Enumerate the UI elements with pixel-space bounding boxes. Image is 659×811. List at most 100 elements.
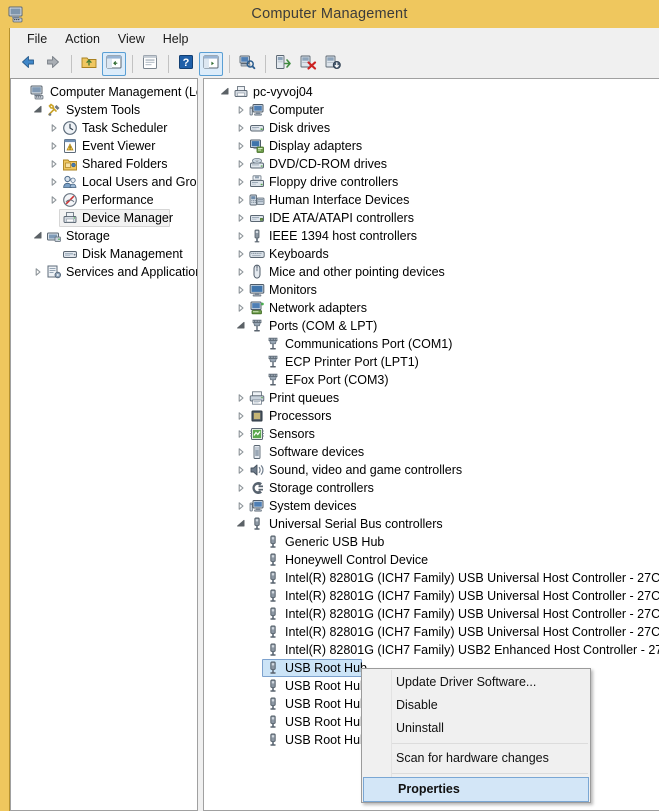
context-menu-scan-for-hardware-changes[interactable]: Scan for hardware changes: [362, 747, 590, 770]
device-node-floppy-drive-controllers[interactable]: Floppy drive controllers: [204, 173, 659, 191]
collapse-arrow-icon[interactable]: [234, 209, 248, 227]
tree-item-disk-management[interactable]: Disk Management: [11, 245, 197, 263]
device-node-ieee-1394-host-controllers[interactable]: IEEE 1394 host controllers: [204, 227, 659, 245]
collapse-arrow-icon[interactable]: [234, 101, 248, 119]
device-node-generic-usb-hub[interactable]: Generic USB Hub: [204, 533, 659, 551]
menu-view[interactable]: View: [109, 30, 154, 48]
collapse-arrow-icon[interactable]: [234, 227, 248, 245]
device-node-intel-usb-uhc-27c9[interactable]: Intel(R) 82801G (ICH7 Family) USB Univer…: [204, 587, 659, 605]
device-node-processors[interactable]: Processors: [204, 407, 659, 425]
device-node-intel-usb-uhc-27c8[interactable]: Intel(R) 82801G (ICH7 Family) USB Univer…: [204, 623, 659, 641]
device-node-disk-drives[interactable]: Disk drives: [204, 119, 659, 137]
collapse-arrow-icon[interactable]: [47, 155, 61, 173]
expand-arrow-icon[interactable]: [31, 101, 45, 119]
console-tree: Computer Management (Local System Tools Ta…: [11, 79, 197, 281]
toolbar-disable-device[interactable]: [321, 52, 345, 76]
device-node-intel-usb-uhc-27ca[interactable]: Intel(R) 82801G (ICH7 Family) USB Univer…: [204, 605, 659, 623]
device-node-sensors[interactable]: Sensors: [204, 425, 659, 443]
collapse-arrow-icon[interactable]: [47, 191, 61, 209]
context-menu-properties[interactable]: Properties: [363, 777, 589, 802]
device-node-human-interface-devices[interactable]: Human Interface Devices: [204, 191, 659, 209]
toolbar-scan-hardware-changes[interactable]: [235, 52, 259, 76]
collapse-arrow-icon[interactable]: [234, 263, 248, 281]
device-node-storage-controllers[interactable]: Storage controllers: [204, 479, 659, 497]
device-node-ecp-printer-port-lpt1[interactable]: ECP Printer Port (LPT1): [204, 353, 659, 371]
device-node-mice-and-other-pointing-devices[interactable]: Mice and other pointing devices: [204, 263, 659, 281]
console-tree-pane[interactable]: Computer Management (Local System Tools Ta…: [10, 78, 198, 811]
collapse-arrow-icon[interactable]: [234, 461, 248, 479]
tree-item-local-users-and-groups[interactable]: Local Users and Groups: [11, 173, 197, 191]
context-menu-uninstall[interactable]: Uninstall: [362, 717, 590, 740]
context-menu-update-driver-software[interactable]: Update Driver Software...: [362, 671, 590, 694]
device-node-monitors[interactable]: Monitors: [204, 281, 659, 299]
toolbar-properties[interactable]: [138, 52, 162, 76]
device-node-intel-usb-uhc-27cb[interactable]: Intel(R) 82801G (ICH7 Family) USB Univer…: [204, 569, 659, 587]
collapse-arrow-icon[interactable]: [234, 119, 248, 137]
toolbar-show-hide-tree[interactable]: [102, 52, 126, 76]
device-node-pc-vyvoj04[interactable]: pc-vyvoj04: [204, 83, 659, 101]
collapse-arrow-icon[interactable]: [31, 263, 45, 281]
collapse-arrow-icon[interactable]: [234, 425, 248, 443]
tree-item-services-and-applications[interactable]: Services and Applications: [11, 263, 197, 281]
collapse-arrow-icon[interactable]: [234, 245, 248, 263]
tree-item-task-scheduler[interactable]: Task Scheduler: [11, 119, 197, 137]
device-node-ports-com-lpt[interactable]: Ports (COM & LPT): [204, 317, 659, 335]
device-node-network-adapters[interactable]: Network adapters: [204, 299, 659, 317]
expand-arrow-icon[interactable]: [218, 83, 232, 101]
toolbar-uninstall-device[interactable]: [296, 52, 320, 76]
collapse-arrow-icon[interactable]: [234, 389, 248, 407]
tree-item-system-tools[interactable]: System Tools: [11, 101, 197, 119]
device-node-honeywell-control-device[interactable]: Honeywell Control Device: [204, 551, 659, 569]
tree-item-performance[interactable]: Performance: [11, 191, 197, 209]
device-node-communications-port-com1[interactable]: Communications Port (COM1): [204, 335, 659, 353]
device-node-efox-port-com3[interactable]: EFox Port (COM3): [204, 371, 659, 389]
collapse-arrow-icon[interactable]: [234, 443, 248, 461]
expand-arrow-icon[interactable]: [234, 317, 248, 335]
menu-file[interactable]: File: [18, 30, 56, 48]
menu-action[interactable]: Action: [56, 30, 109, 48]
device-node-keyboards[interactable]: Keyboards: [204, 245, 659, 263]
collapse-arrow-icon[interactable]: [47, 119, 61, 137]
tree-item-shared-folders[interactable]: Shared Folders: [11, 155, 197, 173]
tree-item-device-manager[interactable]: Device Manager: [11, 209, 197, 227]
collapse-arrow-icon[interactable]: [234, 479, 248, 497]
device-node-print-queues[interactable]: Print queues: [204, 389, 659, 407]
device-node-computer[interactable]: Computer: [204, 101, 659, 119]
toolbar-back[interactable]: [16, 52, 40, 76]
toolbar-up-one-level[interactable]: [77, 52, 101, 76]
device-node-intel-usb2-ehc-27cc[interactable]: Intel(R) 82801G (ICH7 Family) USB2 Enhan…: [204, 641, 659, 659]
collapse-arrow-icon[interactable]: [234, 407, 248, 425]
tree-item-label: Device Manager: [82, 211, 174, 225]
toolbar-forward[interactable]: [41, 52, 65, 76]
tree-item-event-viewer[interactable]: Event Viewer: [11, 137, 197, 155]
collapse-arrow-icon[interactable]: [234, 173, 248, 191]
device-node-sound-video-game-controllers[interactable]: Sound, video and game controllers: [204, 461, 659, 479]
collapse-arrow-icon[interactable]: [234, 299, 248, 317]
expand-arrow-icon[interactable]: [31, 227, 45, 245]
device-node-dvd-cd-rom-drives[interactable]: DVD/CD-ROM drives: [204, 155, 659, 173]
device-node-system-devices[interactable]: System devices: [204, 497, 659, 515]
toolbar-update-driver[interactable]: [271, 52, 295, 76]
toolbar-separator: [71, 55, 72, 73]
collapse-arrow-icon[interactable]: [47, 173, 61, 191]
tree-item-label: Local Users and Groups: [82, 175, 197, 189]
tree-item-computer-management[interactable]: Computer Management (Local: [11, 83, 197, 101]
tree-item-storage[interactable]: Storage: [11, 227, 197, 245]
collapse-arrow-icon[interactable]: [47, 137, 61, 155]
device-node-display-adapters[interactable]: Display adapters: [204, 137, 659, 155]
device-node-software-devices[interactable]: Software devices: [204, 443, 659, 461]
toolbar-show-action-pane[interactable]: [199, 52, 223, 76]
context-menu-disable[interactable]: Disable: [362, 694, 590, 717]
collapse-arrow-icon[interactable]: [234, 137, 248, 155]
context-menu[interactable]: Update Driver Software... Disable Uninstal…: [361, 668, 591, 803]
collapse-arrow-icon[interactable]: [234, 281, 248, 299]
collapse-arrow-icon[interactable]: [234, 191, 248, 209]
menu-help[interactable]: Help: [154, 30, 198, 48]
device-node-universal-serial-bus-controllers[interactable]: Universal Serial Bus controllers: [204, 515, 659, 533]
collapse-arrow-icon[interactable]: [234, 497, 248, 515]
collapse-arrow-icon[interactable]: [234, 155, 248, 173]
expand-arrow-icon[interactable]: [234, 515, 248, 533]
toolbar-help[interactable]: ?: [174, 52, 198, 76]
ieee1394-icon: [248, 228, 266, 244]
device-node-ide-ata-atapi-controllers[interactable]: IDE ATA/ATAPI controllers: [204, 209, 659, 227]
